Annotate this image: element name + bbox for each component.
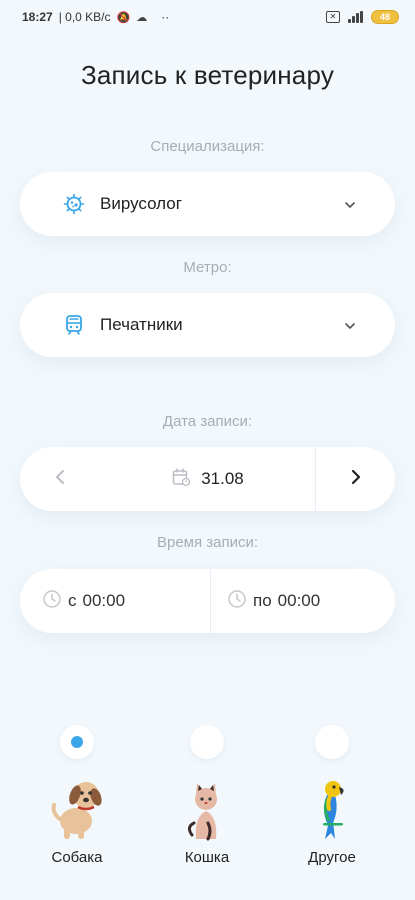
battery-level: 48: [379, 12, 390, 22]
metro-label: Метро:: [183, 259, 232, 276]
status-more-icon: ··: [161, 10, 170, 24]
time-from-field[interactable]: с 00:00: [20, 569, 210, 633]
metro-train-icon: [62, 313, 86, 337]
clock-icon: [42, 589, 62, 614]
status-time: 18:27: [22, 10, 53, 24]
pet-radio-dog[interactable]: [60, 725, 94, 759]
date-next-button[interactable]: [315, 447, 395, 511]
pet-option-dog[interactable]: Собака: [22, 725, 132, 866]
time-to-prefix: по: [253, 591, 272, 610]
date-display[interactable]: 31.08: [100, 447, 315, 511]
date-value: 31.08: [201, 469, 244, 488]
virus-icon: [62, 192, 86, 216]
pet-name-dog: Собака: [51, 849, 103, 866]
date-prev-button[interactable]: [20, 447, 100, 511]
pet-option-other[interactable]: Другое: [277, 725, 387, 866]
metro-value: Печатники: [100, 315, 183, 334]
pet-name-other: Другое: [308, 849, 356, 866]
chevron-down-icon: [345, 318, 355, 332]
signal-icon: [348, 11, 363, 23]
pet-option-cat[interactable]: Кошка: [152, 725, 262, 866]
calendar-icon: [171, 467, 191, 492]
pet-radio-cat[interactable]: [190, 725, 224, 759]
metro-select[interactable]: Печатники: [20, 293, 395, 357]
chevron-right-icon: [351, 469, 361, 490]
chevron-left-icon: [55, 469, 65, 490]
specialization-select[interactable]: Вирусолог: [20, 172, 395, 236]
parrot-icon: [297, 773, 367, 843]
time-from-prefix: с: [68, 591, 77, 610]
status-bar: 18:27 | 0,0 KB/c 🔕 ☁ ·· ✕ 48: [0, 0, 415, 34]
date-picker: 31.08: [20, 447, 395, 511]
time-to-value: 00:00: [277, 591, 321, 610]
sim-icon: ✕: [326, 11, 340, 23]
time-range: с 00:00 по 00:00: [20, 569, 395, 633]
clock-icon: [227, 589, 247, 614]
cat-icon: [172, 773, 242, 843]
pet-radio-other[interactable]: [315, 725, 349, 759]
specialization-value: Вирусолог: [100, 194, 182, 213]
pet-name-cat: Кошка: [184, 849, 230, 866]
pet-selector: Собака Кошка Другое: [0, 725, 415, 875]
cloud-icon: ☁: [136, 11, 148, 24]
status-network-speed: | 0,0 KB/c: [58, 10, 111, 24]
specialization-label: Специализация:: [150, 138, 265, 155]
time-to-field[interactable]: по 00:00: [210, 569, 395, 633]
status-right: ✕ 48: [326, 10, 399, 24]
status-left: 18:27 | 0,0 KB/c 🔕 ☁ ··: [22, 10, 169, 24]
alarm-off-icon: 🔕: [116, 11, 131, 24]
battery-icon: 48: [371, 10, 399, 24]
dog-icon: [42, 773, 112, 843]
date-label: Дата записи:: [162, 413, 253, 430]
chevron-down-icon: [345, 197, 355, 211]
time-label: Время записи:: [156, 534, 259, 551]
page-title: Запись к ветеринару: [80, 60, 335, 90]
time-from-value: 00:00: [82, 591, 126, 610]
